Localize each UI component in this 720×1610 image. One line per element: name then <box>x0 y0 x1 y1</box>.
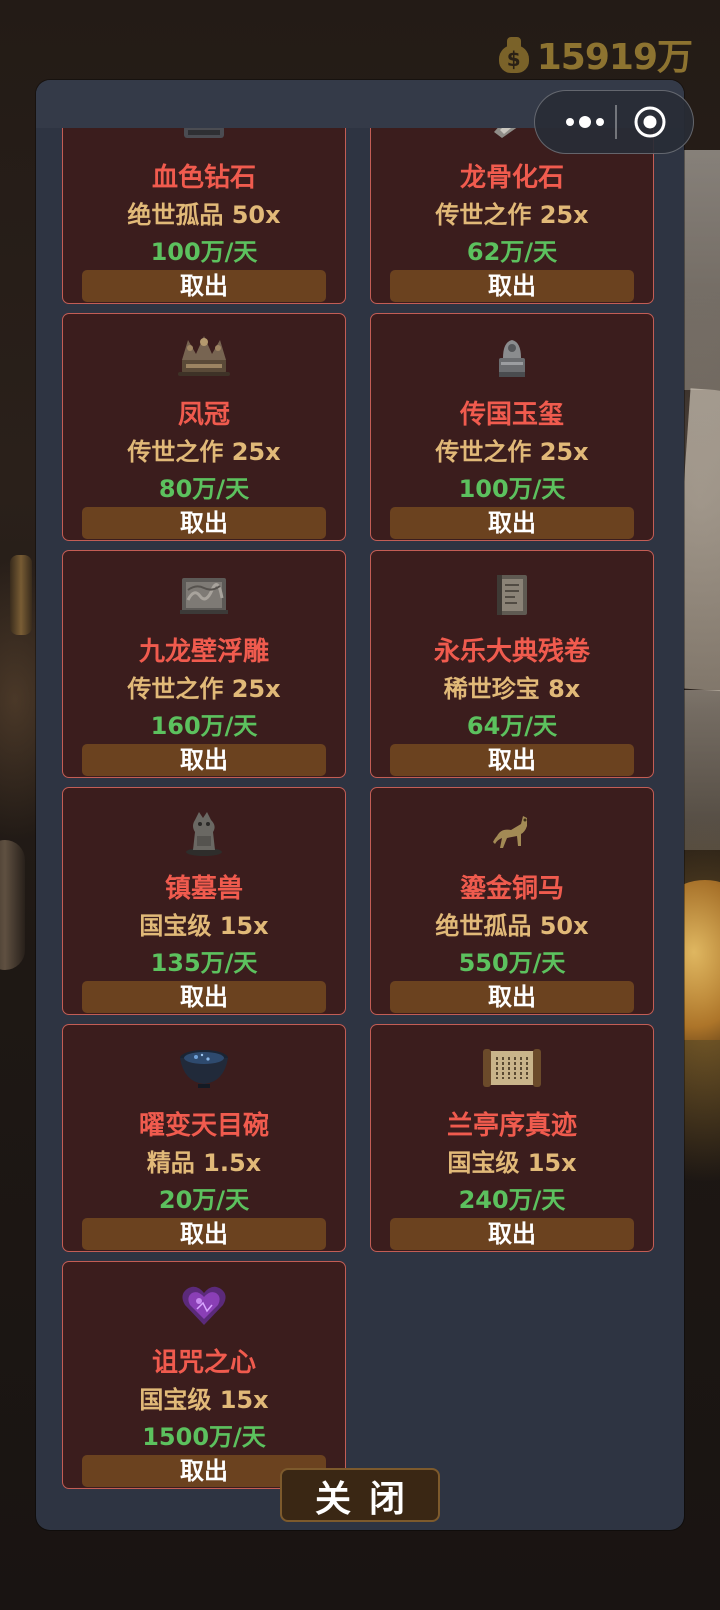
item-name: 凤冠 <box>177 400 230 430</box>
close-miniprogram-icon[interactable] <box>633 105 667 139</box>
item-card: 鎏金铜马绝世孤品 50x 550万/天取出 <box>370 787 654 1015</box>
item-grade: 精品 1.5x <box>146 1149 262 1177</box>
item-daily-income: 135万/天 <box>150 949 258 977</box>
ancient-book-icon <box>481 565 543 623</box>
balance-display: $ 15919万 <box>497 32 693 78</box>
item-list-scroll[interactable]: 血色钻石 绝世孤品 50x 100万/天 取出 龙骨化石 传世之作 25x 62万/天 取出凤… <box>36 128 684 1530</box>
item-name: 传国玉玺 <box>459 400 564 430</box>
item-name: 血色钻石 <box>151 163 256 193</box>
take-out-button[interactable]: 取出 <box>390 1218 634 1250</box>
item-card: 凤冠传世之作 25x 80万/天取出 <box>62 313 346 541</box>
item-daily-income: 100万/天 <box>458 475 566 503</box>
item-card: 曜变天目碗精品 1.5x 20万/天取出 <box>62 1024 346 1252</box>
item-grade: 国宝级 15x <box>139 1386 269 1414</box>
item-name: 九龙壁浮雕 <box>138 637 269 667</box>
item-daily-income: 62万/天 <box>466 238 558 266</box>
background-paper <box>680 150 720 390</box>
fossil-icon <box>481 128 543 149</box>
item-card: 传国玉玺传世之作 25x 100万/天取出 <box>370 313 654 541</box>
item-name: 永乐大典残卷 <box>433 637 590 667</box>
take-out-button[interactable]: 取出 <box>82 981 326 1013</box>
item-card: 永乐大典残卷 稀世珍宝 8x 64万/天取出 <box>370 550 654 778</box>
tomb-beast-icon <box>173 802 235 860</box>
take-out-button[interactable]: 取出 <box>390 981 634 1013</box>
jade-seal-icon <box>481 328 543 386</box>
item-name: 诅咒之心 <box>151 1348 256 1378</box>
item-daily-income: 20万/天 <box>158 1186 250 1214</box>
take-out-button[interactable]: 取出 <box>390 744 634 776</box>
item-name: 镇墓兽 <box>164 874 243 904</box>
ruby-gem-icon <box>173 128 235 149</box>
money-bag-icon: $ <box>497 35 531 73</box>
item-card: 兰亭序真迹国宝级 15x 240万/天取出 <box>370 1024 654 1252</box>
cursed-heart-icon <box>173 1276 235 1334</box>
take-out-button[interactable]: 取出 <box>82 1218 326 1250</box>
storage-panel: 血色钻石 绝世孤品 50x 100万/天 取出 龙骨化石 传世之作 25x 62万/天 取出凤… <box>36 80 684 1530</box>
item-card: 龙骨化石传世之作 25x 62万/天取出 <box>370 128 654 304</box>
take-out-button[interactable]: 取出 <box>82 270 326 302</box>
item-grade: 传世之作 25x <box>127 438 281 466</box>
item-card: 九龙壁浮雕传世之作 25x 160万/天取出 <box>62 550 346 778</box>
item-daily-income: 550万/天 <box>458 949 566 977</box>
item-grade: 传世之作 25x <box>435 201 589 229</box>
item-name: 龙骨化石 <box>459 163 564 193</box>
capsule-divider <box>615 105 617 139</box>
item-name: 曜变天目碗 <box>138 1111 269 1141</box>
close-button[interactable]: 关闭 <box>280 1468 440 1522</box>
take-out-button[interactable]: 取出 <box>390 270 634 302</box>
take-out-button[interactable]: 取出 <box>82 507 326 539</box>
item-grade: 稀世珍宝 8x <box>443 675 581 703</box>
item-grade: 绝世孤品 50x <box>435 912 589 940</box>
take-out-button[interactable]: 取出 <box>390 507 634 539</box>
item-daily-income: 240万/天 <box>458 1186 566 1214</box>
item-daily-income: 80万/天 <box>158 475 250 503</box>
take-out-button[interactable]: 取出 <box>82 744 326 776</box>
item-grade: 传世之作 25x <box>435 438 589 466</box>
item-daily-income: 64万/天 <box>466 712 558 740</box>
scroll-icon <box>481 1039 543 1097</box>
item-card: 诅咒之心 国宝级 15x 1500万/天 取出 <box>62 1261 346 1489</box>
balance-amount: 15919万 <box>536 37 693 78</box>
item-name: 鎏金铜马 <box>459 874 564 904</box>
crown-icon <box>173 328 235 386</box>
item-grid: 血色钻石 绝世孤品 50x 100万/天 取出 龙骨化石 传世之作 25x 62万/天 取出凤… <box>62 128 662 1489</box>
item-grade: 国宝级 15x <box>139 912 269 940</box>
mini-program-capsule <box>534 90 694 154</box>
background-bottle <box>10 555 32 635</box>
relief-panel-icon <box>173 565 235 623</box>
more-menu-icon[interactable] <box>555 91 615 153</box>
item-daily-income: 1500万/天 <box>142 1423 266 1451</box>
bronze-horse-icon <box>481 802 543 860</box>
item-grade: 绝世孤品 50x <box>127 201 281 229</box>
item-card: 血色钻石绝世孤品 50x 100万/天取出 <box>62 128 346 304</box>
item-daily-income: 160万/天 <box>150 712 258 740</box>
item-card: 镇墓兽国宝级 15x 135万/天取出 <box>62 787 346 1015</box>
item-name: 兰亭序真迹 <box>446 1111 577 1141</box>
item-grade: 传世之作 25x <box>127 675 281 703</box>
item-grade: 国宝级 15x <box>447 1149 577 1177</box>
tea-bowl-icon <box>173 1039 235 1097</box>
item-daily-income: 100万/天 <box>150 238 258 266</box>
background-vase <box>0 840 25 970</box>
